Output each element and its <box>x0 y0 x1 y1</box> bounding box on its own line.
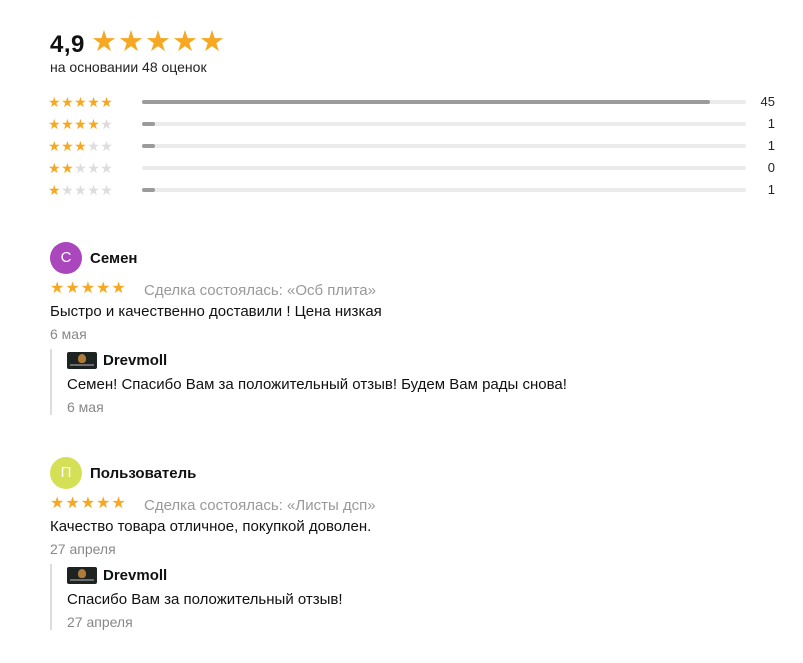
star-icon: ★ <box>50 280 66 297</box>
rating-bar-track <box>142 122 746 126</box>
rating-bar-fill <box>142 122 155 126</box>
row-stars: ★★★★★ <box>48 116 113 132</box>
star-icon: ★ <box>118 26 145 58</box>
star-icon: ★ <box>61 116 75 132</box>
star-icon: ★ <box>87 160 101 176</box>
star-icon: ★ <box>61 160 75 176</box>
star-icon: ★ <box>87 94 101 110</box>
star-icon: ★ <box>48 160 62 176</box>
rating-row-2[interactable]: ★★★★★ 0 <box>48 159 778 179</box>
star-icon: ★ <box>65 495 81 512</box>
review-date: 27 апреля <box>50 541 116 557</box>
rating-basis-text: на основании 48 оценок <box>50 59 207 75</box>
drevmoll-logo-icon <box>67 567 97 584</box>
star-icon: ★ <box>61 94 75 110</box>
seller-reply: Drevmoll Семен! Спасибо Вам за положител… <box>50 349 712 415</box>
rating-count: 45 <box>760 94 775 109</box>
reply-author[interactable]: Drevmoll <box>103 352 167 369</box>
star-icon: ★ <box>87 182 101 198</box>
star-icon: ★ <box>172 26 199 58</box>
star-icon: ★ <box>111 280 127 297</box>
star-icon: ★ <box>80 495 97 512</box>
rating-count: 1 <box>767 138 775 153</box>
star-icon: ★ <box>74 94 88 110</box>
review-date: 6 мая <box>50 326 87 342</box>
star-icon: ★ <box>100 160 114 176</box>
avatar: П <box>50 457 82 489</box>
rating-bar-fill <box>142 100 710 104</box>
star-icon: ★ <box>111 495 127 512</box>
reply-date: 6 мая <box>67 399 104 415</box>
rating-row-4[interactable]: ★★★★★ 1 <box>48 115 778 135</box>
rating-bar-track <box>142 144 746 148</box>
rating-bar-track <box>142 166 746 170</box>
rating-bar-fill <box>142 144 155 148</box>
star-icon: ★ <box>100 94 114 110</box>
star-icon: ★ <box>48 94 62 110</box>
row-stars: ★★★★★ <box>48 182 113 198</box>
star-icon: ★ <box>61 138 75 154</box>
star-icon: ★ <box>48 116 62 132</box>
avatar: С <box>50 242 82 274</box>
rating-bar-fill <box>142 188 155 192</box>
row-stars: ★★★★★ <box>48 94 113 110</box>
star-icon: ★ <box>74 160 88 176</box>
star-icon: ★ <box>87 116 101 132</box>
review-text: Быстро и качественно доставили ! Цена ни… <box>50 303 382 320</box>
rating-row-1[interactable]: ★★★★★ 1 <box>48 181 778 201</box>
star-icon: ★ <box>65 280 81 297</box>
rating-bar-track <box>142 100 746 104</box>
star-icon: ★ <box>91 26 118 58</box>
star-icon: ★ <box>61 182 75 198</box>
average-stars: ★★★★★ <box>91 26 226 59</box>
rating-row-5[interactable]: ★★★★★ 45 <box>48 93 778 113</box>
row-stars: ★★★★★ <box>48 160 113 176</box>
review-text: Качество товара отличное, покупкой довол… <box>50 518 372 535</box>
rating-count: 1 <box>767 116 775 131</box>
rating-row-3[interactable]: ★★★★★ 1 <box>48 137 778 157</box>
star-icon: ★ <box>100 116 114 132</box>
reply-author[interactable]: Drevmoll <box>103 567 167 584</box>
star-icon: ★ <box>74 138 88 154</box>
star-icon: ★ <box>74 116 88 132</box>
star-icon: ★ <box>96 280 112 297</box>
star-icon: ★ <box>48 182 62 198</box>
review-author[interactable]: Семен <box>90 250 137 267</box>
review-stars: ★★★★★ <box>50 495 127 513</box>
review-author[interactable]: Пользователь <box>90 465 196 482</box>
star-icon: ★ <box>145 26 172 58</box>
rating-count: 0 <box>767 160 775 175</box>
star-icon: ★ <box>80 280 97 297</box>
star-icon: ★ <box>96 495 112 512</box>
review-deal: Сделка состоялась: «Осб плита» <box>144 282 376 299</box>
seller-reply: Drevmoll Спасибо Вам за положительный от… <box>50 564 712 630</box>
star-icon: ★ <box>74 182 88 198</box>
star-icon: ★ <box>48 138 62 154</box>
drevmoll-logo-icon <box>67 352 97 369</box>
star-icon: ★ <box>50 495 66 512</box>
rating-count: 1 <box>767 182 775 197</box>
reply-date: 27 апреля <box>67 614 133 630</box>
review-deal: Сделка состоялась: «Листы дсп» <box>144 497 376 514</box>
star-icon: ★ <box>100 138 114 154</box>
reply-text: Спасибо Вам за положительный отзыв! <box>67 591 343 608</box>
star-icon: ★ <box>100 182 114 198</box>
reply-text: Семен! Спасибо Вам за положительный отзы… <box>67 376 567 393</box>
review-stars: ★★★★★ <box>50 280 127 298</box>
average-rating: 4,9 <box>50 31 85 58</box>
star-icon: ★ <box>199 26 226 58</box>
row-stars: ★★★★★ <box>48 138 113 154</box>
rating-bar-track <box>142 188 746 192</box>
star-icon: ★ <box>87 138 101 154</box>
